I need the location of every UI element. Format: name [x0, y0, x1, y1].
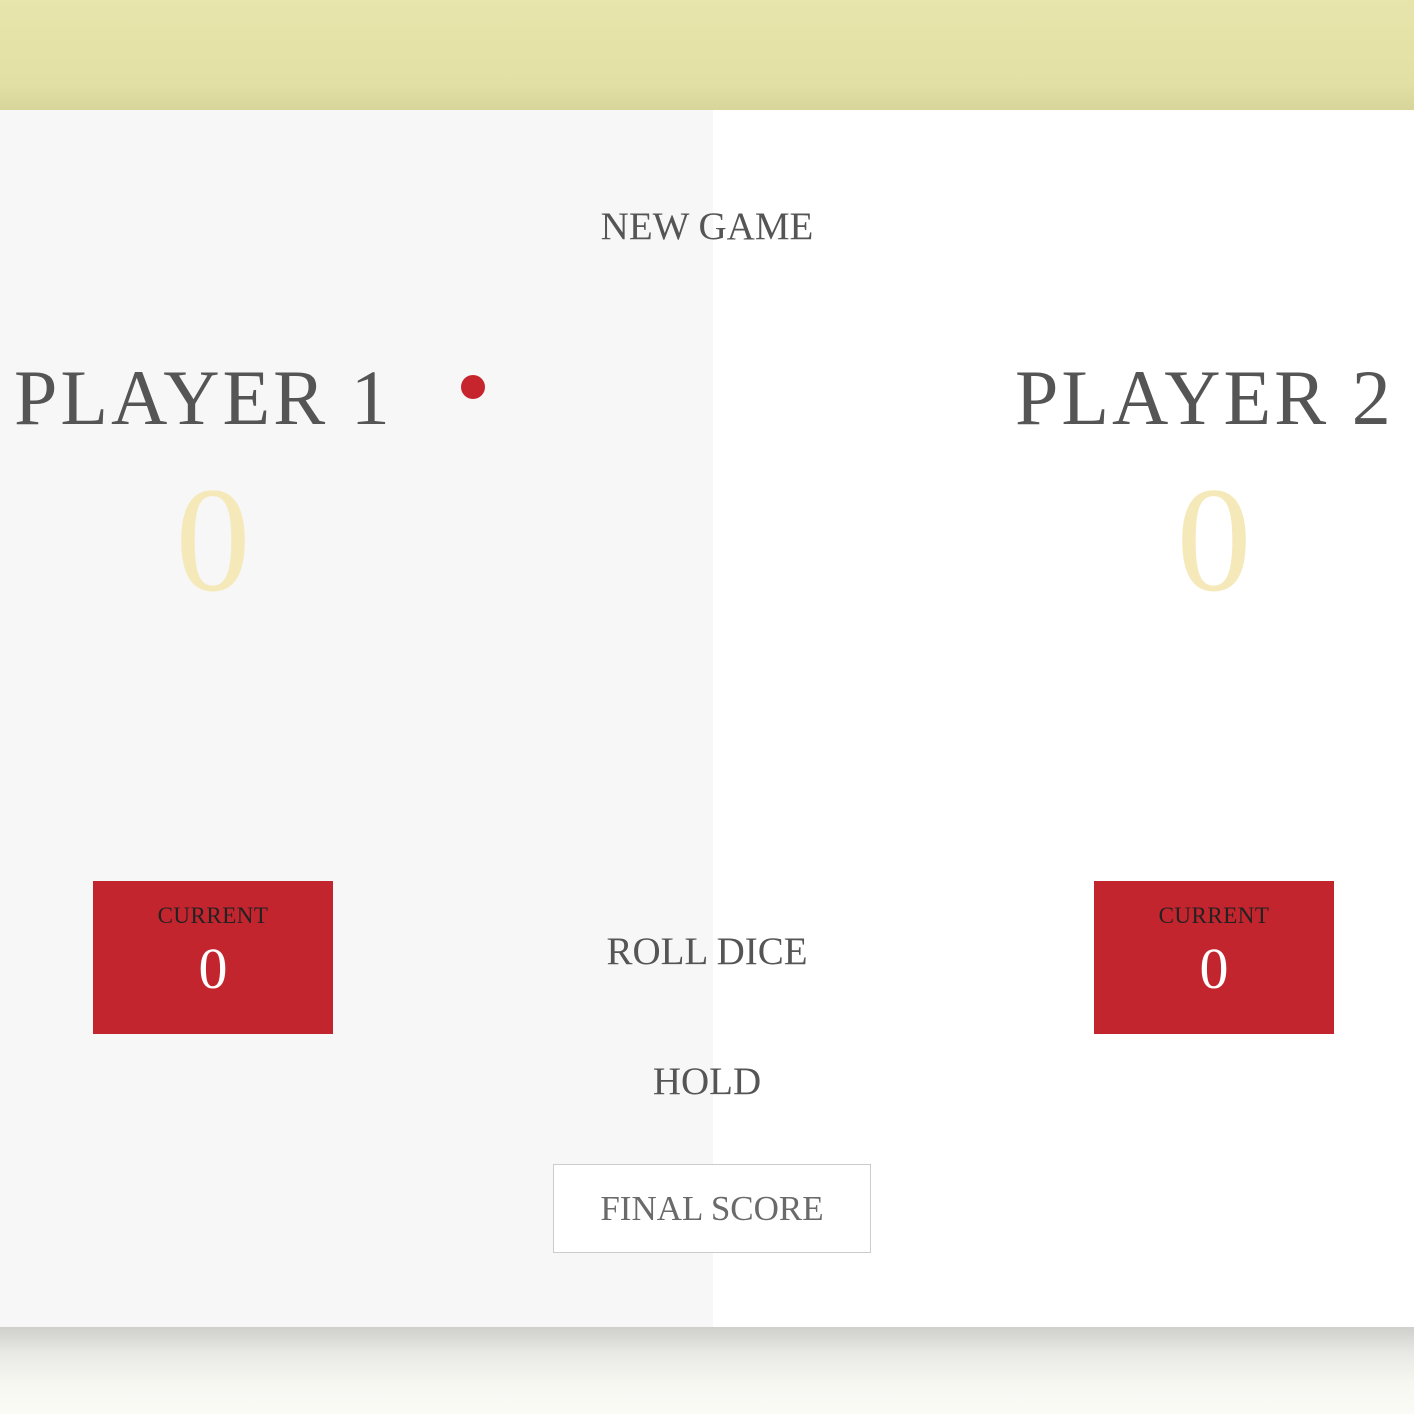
player-2-current-label: CURRENT — [1158, 903, 1270, 928]
player-2-name: PLAYER 2 — [1015, 354, 1394, 441]
player-2-panel: PLAYER 2 0 CURRENT 0 — [713, 110, 1414, 1327]
hold-button[interactable]: HOLD — [653, 1059, 761, 1104]
roll-dice-button[interactable]: ROLL DICE — [606, 929, 807, 974]
top-background-band — [0, 0, 1414, 110]
game-board: PLAYER 1 0 CURRENT 0 PLAYER 2 0 CURRENT … — [0, 110, 1414, 1327]
player-2-current-score: 0 — [1199, 936, 1229, 1001]
player-1-name: PLAYER 1 — [14, 354, 393, 441]
final-score-input[interactable] — [553, 1164, 871, 1253]
active-player-dot-icon — [461, 375, 485, 399]
bottom-shadow-band — [0, 1327, 1414, 1414]
player-1-current-label: CURRENT — [157, 903, 269, 928]
player-1-current-score: 0 — [198, 936, 228, 1001]
player-2-current-box: CURRENT 0 — [1094, 881, 1334, 1034]
new-game-button[interactable]: NEW GAME — [601, 204, 814, 249]
player-1-score: 0 — [175, 457, 251, 623]
player-1-panel: PLAYER 1 0 CURRENT 0 — [0, 110, 713, 1327]
player-2-score: 0 — [1176, 457, 1252, 623]
player-1-current-box: CURRENT 0 — [93, 881, 333, 1034]
